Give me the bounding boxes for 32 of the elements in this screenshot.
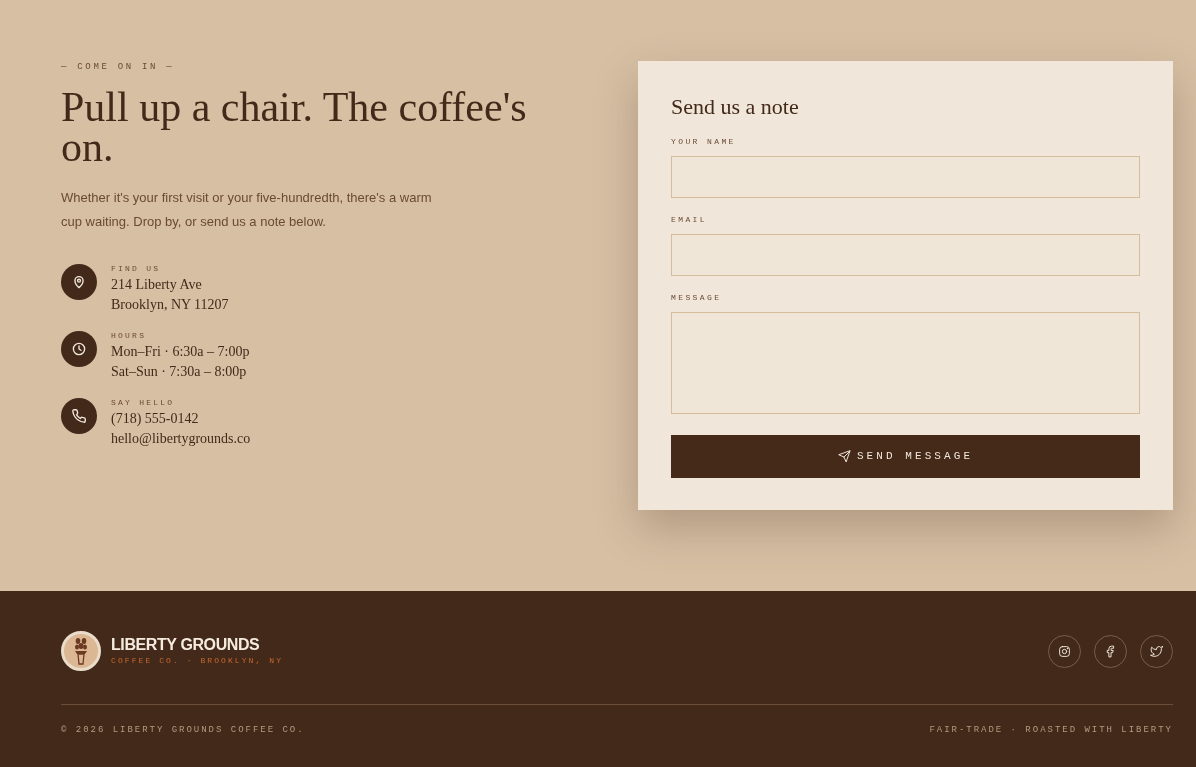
torch-logo-icon bbox=[61, 631, 101, 671]
clock-icon bbox=[61, 331, 97, 367]
field-label: EMAIL bbox=[671, 215, 707, 225]
email-field[interactable] bbox=[671, 234, 1140, 276]
page-heading: Pull up a chair. The coffee's on. bbox=[61, 87, 528, 167]
name-field[interactable] bbox=[671, 156, 1140, 198]
camera-icon bbox=[1058, 644, 1071, 658]
brand-tagline: COFFEE CO. · BROOKLYN, NY bbox=[111, 655, 284, 667]
bird-icon bbox=[1150, 644, 1163, 658]
send-message-button[interactable]: SEND MESSAGE bbox=[671, 435, 1140, 478]
field-label: YOUR NAME bbox=[671, 137, 736, 147]
contact-label: FIND US bbox=[111, 263, 161, 275]
contact-line: (718) 555-0142 bbox=[111, 410, 199, 428]
contact-label: SAY HELLO bbox=[111, 397, 175, 409]
motto-text: FAIR-TRADE · ROASTED WITH LIBERTY bbox=[929, 724, 1173, 736]
contact-line: Brooklyn, NY 11207 bbox=[111, 296, 229, 314]
field-label: MESSAGE bbox=[671, 293, 722, 303]
form-title: Send us a note bbox=[671, 93, 800, 121]
contact-line: 214 Liberty Ave bbox=[111, 276, 202, 294]
intro-paragraph: Whether it's your first visit or your five-hundredth, there's a warm cup waiting. Drop by, or send us a note below. bbox=[61, 189, 433, 231]
contact-line: Sat–Sun · 7:30a – 8:00p bbox=[111, 363, 247, 381]
contact-line: Mon–Fri · 6:30a – 7:00p bbox=[111, 343, 250, 361]
copyright-text: © 2026 LIBERTY GROUNDS COFFEE CO. bbox=[61, 724, 305, 736]
map-pin-icon bbox=[61, 264, 97, 300]
phone-icon bbox=[61, 398, 97, 434]
contact-label: HOURS bbox=[111, 330, 147, 342]
letter-f-icon bbox=[1104, 644, 1117, 658]
message-field[interactable] bbox=[671, 312, 1140, 414]
send-icon bbox=[837, 450, 851, 463]
brand-name: LIBERTY GROUNDS bbox=[111, 635, 260, 655]
eyebrow-text: — COME ON IN — bbox=[61, 61, 175, 73]
contact-line: hello@libertygrounds.co bbox=[111, 430, 251, 448]
